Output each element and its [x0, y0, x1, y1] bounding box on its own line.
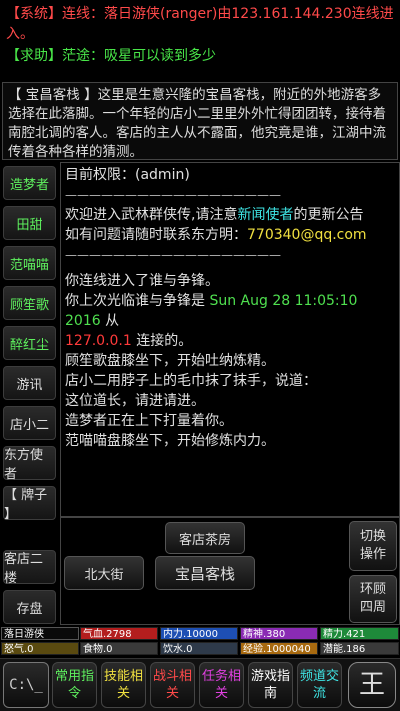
terminal-icon[interactable]: C:\_: [3, 662, 49, 708]
last-login-from: 从: [100, 313, 120, 329]
exit-button-north[interactable]: 客店茶房: [165, 522, 245, 554]
save-button[interactable]: 存盘: [3, 590, 56, 624]
message-line: 你连线进入了谁与争锋。: [65, 273, 219, 289]
contact-email: 770340@qq.com: [247, 227, 367, 243]
nuqi-bar: 怒气.0: [1, 642, 79, 655]
neili-bar: 内力.10000: [160, 627, 238, 640]
welcome-line: 欢迎进入武林群侠传,请注意新闻使者的更新公告: [65, 205, 395, 225]
exit-button-west[interactable]: 北大街: [64, 556, 144, 590]
help-prefix: 【求助】: [6, 48, 62, 64]
potential-bar: 潜能.186: [320, 642, 399, 655]
room-description: 【 宝昌客栈 】这里是生意兴隆的宝昌客栈，附近的外地游客多选择在此落脚。一个年轻…: [2, 82, 398, 160]
npc-button-zuihongchen[interactable]: 醉红尘: [3, 326, 56, 360]
welcome-text: 欢迎进入武林群侠传,请注意: [65, 207, 238, 223]
jingli-bar: 精力.421: [320, 627, 399, 640]
contact-line: 如有问题请随时联系东方明：770340@qq.com: [65, 225, 395, 245]
chat-area: 【系统】连线：落日游侠(ranger)由123.161.144.230连线进入。…: [0, 0, 400, 78]
game-guide-button[interactable]: 游戏指南: [248, 662, 293, 708]
current-room-button[interactable]: 宝昌客栈: [155, 556, 255, 590]
qixue-bar: 气血.2798: [80, 627, 158, 640]
water-bar: 饮水.0: [160, 642, 238, 655]
help-user-link[interactable]: 茫途: [62, 48, 90, 64]
skills-button[interactable]: 技能相关: [101, 662, 146, 708]
npc-button-dianxiaoer[interactable]: 店小二: [3, 406, 56, 440]
exits-panel: 客店茶房 北大街 宝昌客栈 切换操作 环顾四周: [60, 517, 400, 625]
common-commands-button[interactable]: 常用指令: [52, 662, 97, 708]
permission-line: 目前权限：(admin): [65, 167, 190, 183]
item-button-paizi[interactable]: 【 牌子 】: [3, 486, 56, 522]
divider-line: ——————————————————: [65, 188, 281, 202]
food-bar: 食物.0: [80, 642, 158, 655]
news-messenger-link[interactable]: 新闻使者: [237, 207, 293, 223]
login-ip-suffix: 连接的。: [131, 333, 193, 349]
look-around-button[interactable]: 环顾四周: [349, 575, 397, 623]
message-line: 造梦者正在上下打量着你。: [65, 413, 233, 429]
login-ip-line: 127.0.0.1 连接的。: [65, 331, 395, 351]
npc-button-zaomengzhe[interactable]: 造梦者: [3, 166, 56, 200]
help-text: ：吸星可以读到多少: [90, 48, 216, 64]
system-text: 连线：落日游侠(ranger)由123.161.144.230连线进入。: [6, 6, 394, 42]
switch-operation-button[interactable]: 切换操作: [349, 521, 397, 571]
npc-button-youxun[interactable]: 游讯: [3, 366, 56, 400]
status-bars: 落日游侠 气血.2798 内力.10000 精神.380 精力.421 怒气.0…: [0, 626, 400, 656]
npc-button-gushengge[interactable]: 顾笙歌: [3, 286, 56, 320]
player-name: 落日游侠: [1, 627, 79, 640]
help-message: 【求助】茫途：吸星可以读到多少: [6, 46, 394, 66]
message-log: 目前权限：(admin) —————————————————— 欢迎进入武林群侠…: [60, 162, 400, 517]
divider-line: ——————————————————: [65, 248, 281, 262]
jingshen-bar: 精神.380: [240, 627, 318, 640]
channel-button[interactable]: 频道交流: [297, 662, 342, 708]
last-login-text: 你上次光临谁与争锋是: [65, 293, 210, 309]
message-line: 范喵喵盘膝坐下，开始修炼内力。: [65, 433, 275, 449]
npc-list: 造梦者 田甜 范喵喵 顾笙歌 醉红尘 游讯 店小二 东方使者 【 牌子 】 客店…: [0, 162, 60, 624]
mahjong-tile-icon[interactable]: 王: [348, 662, 396, 708]
npc-button-fanmiaomiao[interactable]: 范喵喵: [3, 246, 56, 280]
exit-button-upstairs[interactable]: 客店二楼: [3, 550, 56, 586]
exp-bar: 经验.1000040: [240, 642, 318, 655]
npc-button-tiantian[interactable]: 田甜: [3, 206, 56, 240]
quests-button[interactable]: 任务相关: [199, 662, 244, 708]
login-ip: 127.0.0.1: [65, 333, 132, 349]
welcome-suffix: 的更新公告: [293, 207, 364, 223]
npc-button-dongfangshizhe[interactable]: 东方使者: [3, 446, 56, 482]
system-prefix: 【系统】: [6, 6, 62, 22]
message-line: 顾笙歌盘膝坐下，开始吐纳炼精。: [65, 353, 275, 369]
system-message: 【系统】连线：落日游侠(ranger)由123.161.144.230连线进入。: [6, 4, 394, 44]
last-login-line: 你上次光临谁与争锋是 Sun Aug 28 11:05:10 2016 从: [65, 291, 395, 331]
combat-button[interactable]: 战斗相关: [150, 662, 195, 708]
message-line: 这位道长，请进请进。: [65, 393, 205, 409]
message-line: 店小二用脖子上的毛巾抹了抹手，说道：: [65, 373, 317, 389]
bottom-nav: C:\_ 常用指令 技能相关 战斗相关 任务相关 游戏指南 频道交流 王: [0, 658, 400, 711]
contact-text: 如有问题请随时联系东方明：: [65, 227, 247, 243]
